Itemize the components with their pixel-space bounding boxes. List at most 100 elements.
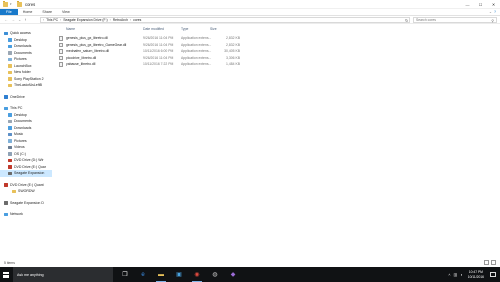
pictures-icon [8, 139, 12, 143]
chevron-right-icon: › [130, 18, 132, 22]
breadcrumb-cores[interactable]: cores [133, 18, 141, 22]
window-title: cores [25, 1, 36, 7]
clock[interactable]: 10:47 PM 10/11/2016 [468, 270, 484, 278]
column-header-date[interactable]: Date modified [143, 27, 164, 31]
nav-item-label: Pictures [14, 138, 27, 143]
search-input[interactable] [416, 18, 488, 22]
network-icon [4, 212, 8, 216]
dvd-icon [8, 158, 12, 162]
taskbar-search[interactable]: Ask me anything [13, 267, 113, 282]
folder-icon[interactable] [17, 0, 22, 7]
refresh-icon[interactable]: ↻ [405, 18, 408, 23]
system-tray: ˄ ▥ ◖ 10:47 PM 10/11/2016 [448, 267, 500, 282]
store-icon[interactable]: ▣ [173, 267, 185, 282]
cloud-icon [4, 95, 8, 99]
quick-access-toolbar: ▾ [0, 0, 22, 7]
tab-file[interactable]: File [0, 9, 18, 15]
nav-item-label: Seagate Expansion D [10, 200, 44, 205]
file-date: 9/26/2016 11:04 PM [143, 42, 174, 47]
windows-logo-icon [3, 271, 9, 278]
close-button[interactable]: ✕ [487, 0, 500, 9]
nav-item-label: Music [14, 132, 24, 137]
ribbon-tabs: File Home Share View ⌄ ? [0, 9, 500, 16]
file-name: picodrive_libretro.dll [66, 55, 97, 60]
app-icon[interactable]: ◆ [227, 267, 239, 282]
file-type: Application extens... [181, 36, 212, 40]
dll-file-icon [59, 36, 63, 41]
file-type: Application extens... [181, 62, 212, 66]
folder-icon [3, 0, 8, 7]
help-icon[interactable]: ? [494, 10, 496, 14]
breadcrumb-retroarch[interactable]: RetroArch [113, 18, 128, 22]
nav-item-label: Documents [14, 50, 32, 55]
nav-item[interactable]: Network [0, 211, 52, 218]
start-button[interactable] [0, 267, 12, 282]
forward-arrow-icon[interactable]: → [11, 17, 15, 22]
pictures-icon [8, 57, 12, 61]
chevron-down-icon[interactable]: ⌄ [18, 17, 21, 22]
file-rows: genesis_plus_gx_libretro.dll 9/26/2016 11… [55, 35, 355, 68]
dvd-icon [8, 165, 12, 169]
folder-icon [8, 64, 12, 68]
breadcrumb-this-pc[interactable]: This PC [46, 18, 58, 22]
file-date: 10/11/2016 7:22 PM [143, 62, 174, 66]
nav-item-label: Network [10, 212, 23, 217]
tab-view[interactable]: View [57, 9, 75, 15]
chevron-down-icon[interactable]: ▾ [10, 2, 15, 7]
folder-icon [8, 70, 12, 74]
file-date: 9/26/2016 11:04 PM [143, 36, 174, 40]
file-type: Application extens... [181, 42, 212, 47]
download-icon [8, 126, 12, 130]
breadcrumb-seagate[interactable]: Seagate Expansion Drive (F:) [63, 18, 107, 22]
folder-icon [12, 189, 16, 193]
network-icon[interactable]: ▥ [454, 272, 458, 277]
desktop-icon [8, 113, 12, 117]
file-size: 3,306 KB [226, 55, 240, 60]
table-row[interactable]: yabause_libretro.dll 10/11/2016 7:22 PM Ap… [55, 61, 355, 68]
tab-share[interactable]: Share [37, 9, 57, 15]
file-type: Application extens... [181, 49, 212, 53]
minimize-button[interactable]: — [461, 0, 474, 9]
search-box[interactable]: ⚲ [413, 17, 497, 23]
nav-item-label: TheLastofUsLeftB [14, 83, 43, 88]
dll-file-icon [59, 49, 63, 54]
file-size: 30,405 KB [224, 49, 240, 53]
chrome-icon[interactable]: ◉ [191, 267, 203, 282]
large-icons-view-icon[interactable] [491, 260, 496, 265]
address-row: ← → ⌄ ↑ › This PC › Seagate Expansion Dr… [0, 16, 500, 24]
chevron-down-icon[interactable]: ⌄ [489, 10, 492, 14]
chevron-up-icon[interactable]: ˄ [448, 272, 450, 277]
computer-icon [4, 106, 8, 110]
task-view-icon[interactable]: ❐ [119, 267, 131, 282]
column-header-size[interactable]: Size [210, 27, 217, 31]
folder-icon [8, 77, 12, 81]
maximize-button[interactable]: ☐ [474, 0, 487, 9]
dll-file-icon [59, 55, 63, 60]
nav-item-label: LaunchBox [14, 63, 32, 68]
edge-icon[interactable]: e [137, 267, 149, 282]
file-name: genesis_plus_gx_libretro.dll [66, 36, 108, 40]
drive-icon [8, 152, 12, 156]
app-icon[interactable]: ◍ [209, 267, 221, 282]
column-header-type[interactable]: Type [181, 27, 188, 31]
notification-icon[interactable] [490, 272, 496, 277]
tab-home[interactable]: Home [18, 9, 38, 15]
download-icon [8, 44, 12, 48]
file-explorer-icon[interactable]: ▬ [155, 267, 167, 282]
chevron-right-icon: › [109, 18, 111, 22]
nav-item-label: Documents [14, 119, 32, 124]
title-bar: ▾ cores — ☐ ✕ [0, 0, 500, 9]
details-view-icon[interactable] [484, 260, 489, 265]
column-header-name[interactable]: Name [66, 27, 75, 31]
volume-icon[interactable]: ◖ [460, 272, 462, 277]
back-arrow-icon[interactable]: ← [4, 17, 8, 22]
folder-icon [8, 83, 12, 87]
up-arrow-icon[interactable]: ↑ [24, 17, 26, 22]
videos-icon [8, 145, 12, 149]
file-name: yabause_libretro.dll [66, 62, 96, 66]
address-bar[interactable]: › This PC › Seagate Expansion Drive (F:)… [40, 17, 410, 23]
taskbar-apps: ❐ e ▬ ▣ ◉ ◍ ◆ [119, 267, 239, 282]
dvd-icon [4, 183, 8, 187]
nav-item-label: DVD Drive (D:) Wir [14, 158, 44, 163]
clock-date: 10/11/2016 [467, 274, 484, 279]
